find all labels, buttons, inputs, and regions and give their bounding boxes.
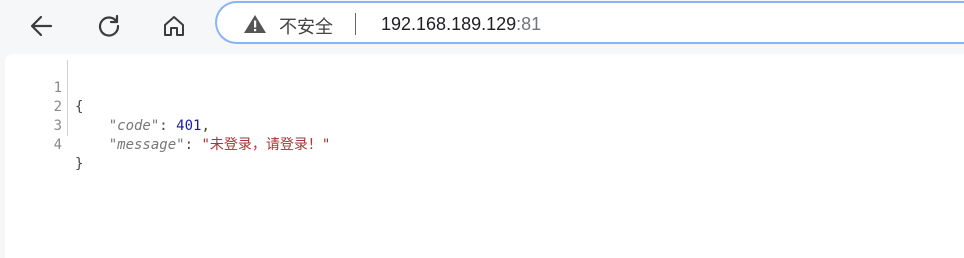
json-separator: : (184, 137, 202, 153)
json-comma: , (201, 118, 210, 134)
reload-button[interactable] (89, 6, 129, 46)
code-line: 1 { (5, 60, 84, 115)
code-line: 2 "code": 401, (5, 79, 210, 134)
json-string-value: "未登录，请登录！" (201, 137, 331, 153)
code-block: 1 { 2 "code": 401, 3 "message": "未登录，请登录… (5, 60, 331, 172)
security-status-text[interactable]: 不安全 (279, 13, 333, 39)
arrow-left-icon (30, 15, 53, 37)
close-brace: } (75, 156, 84, 172)
home-button[interactable] (154, 6, 194, 46)
line-number: 4 (53, 137, 62, 153)
warning-triangle-icon[interactable] (243, 14, 267, 34)
json-number-value: 401 (176, 118, 202, 134)
home-icon (164, 16, 184, 36)
json-key: "message" (108, 137, 185, 153)
url-text[interactable]: 192.168.189.129:81 (381, 14, 541, 35)
open-brace: { (75, 99, 84, 115)
url-host: 192.168.189.129 (381, 14, 517, 34)
code-line: 4 } (5, 117, 84, 172)
line-number-gutter-divider (67, 60, 68, 136)
browser-toolbar: 不安全 192.168.189.129:81 (0, 0, 964, 52)
code-line: 3 "message": "未登录，请登录！" (5, 98, 331, 153)
json-key: "code" (108, 118, 160, 134)
address-bar[interactable]: 不安全 192.168.189.129:81 (215, 1, 964, 44)
reload-icon (98, 14, 120, 37)
json-viewer: 1 { 2 "code": 401, 3 "message": "未登录，请登录… (5, 54, 964, 258)
omnibox-divider (355, 13, 356, 35)
url-port: :81 (516, 14, 542, 34)
back-button[interactable] (22, 6, 62, 46)
json-separator: : (159, 118, 177, 134)
